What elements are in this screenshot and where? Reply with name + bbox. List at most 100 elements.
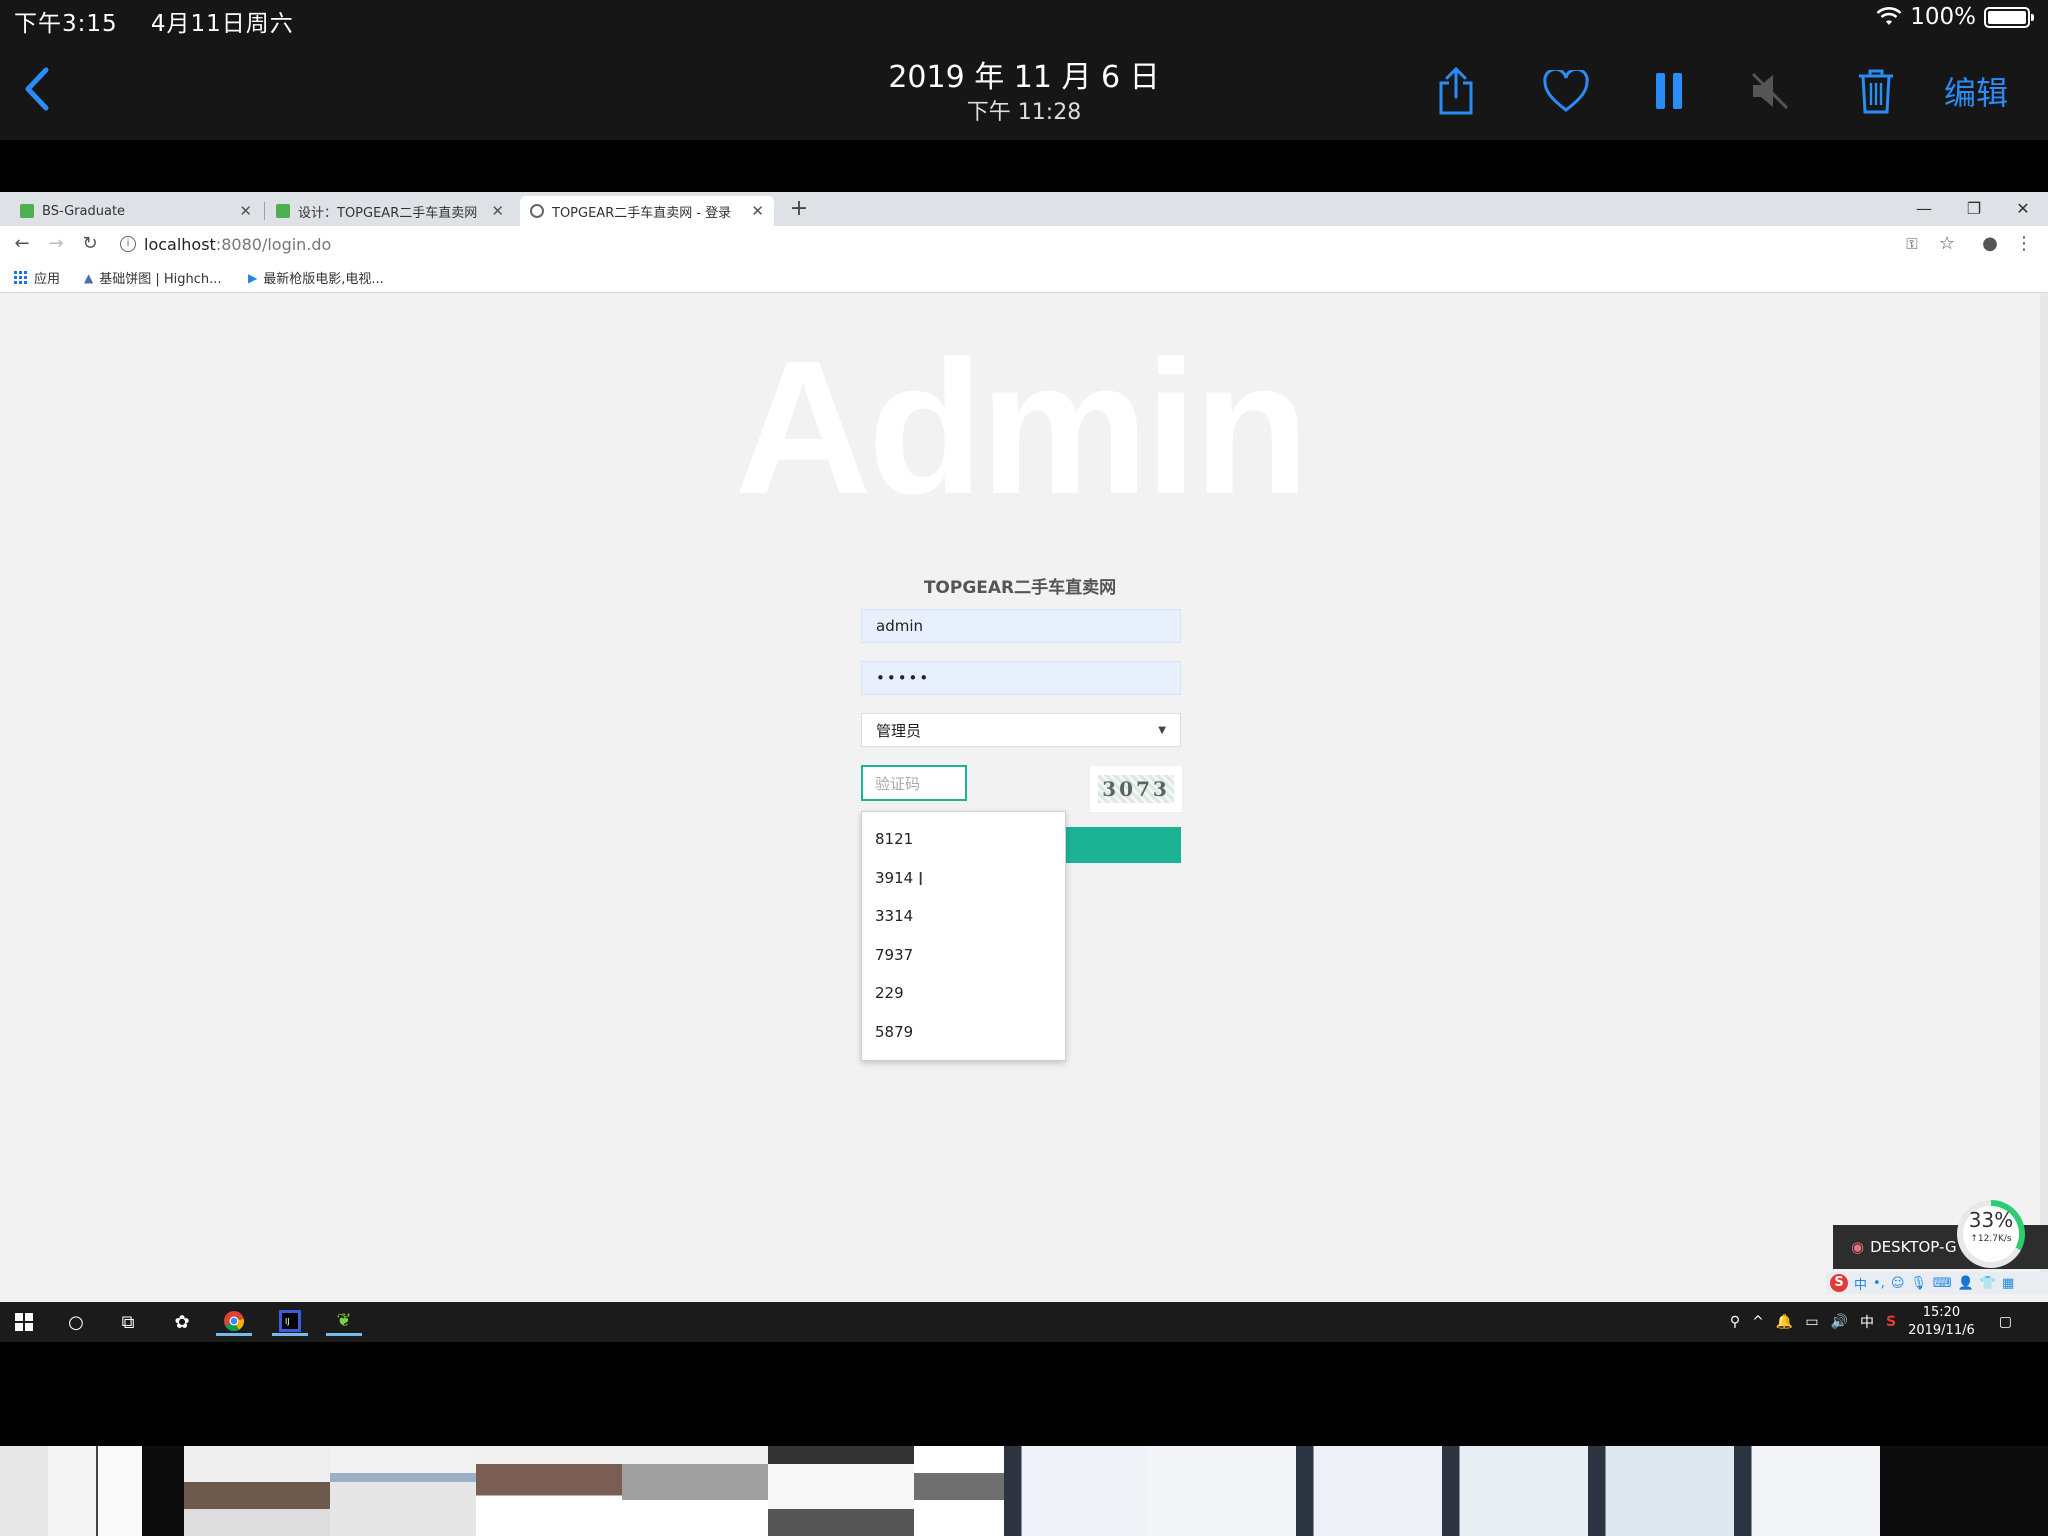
- restore-button[interactable]: ❐: [1959, 194, 1989, 224]
- keyboard-icon[interactable]: ⌨: [1933, 1276, 1952, 1291]
- address-bar[interactable]: i localhost:8080/login.do: [120, 230, 1500, 258]
- punctuation-icon[interactable]: •,: [1873, 1276, 1885, 1291]
- pause-button[interactable]: [1645, 66, 1693, 116]
- autocomplete-option[interactable]: 7937: [862, 936, 1065, 975]
- photo-thumbnail[interactable]: [0, 1446, 48, 1536]
- star-icon[interactable]: ☆: [1935, 232, 1959, 256]
- browser-tab-bar: BS-Graduate ✕ 设计：TOPGEAR二手车直卖网 ✕ TOPGEAR…: [0, 192, 2048, 226]
- role-select[interactable]: 管理员 ▼: [861, 713, 1181, 747]
- tab-design[interactable]: 设计：TOPGEAR二手车直卖网 ✕: [266, 196, 514, 226]
- edit-button[interactable]: 编辑: [1944, 68, 2008, 114]
- ime-indicator[interactable]: 中: [1860, 1312, 1874, 1332]
- system-tray: ⚲ ^ 🔔 ▭ 🔊 中 S 15:20 2019/11/6 ▢: [1730, 1304, 2012, 1340]
- bookmark-movies[interactable]: ▶ 最新枪版电影,电视...: [248, 268, 384, 288]
- photo-thumbnail[interactable]: [622, 1446, 768, 1536]
- network-speed-widget[interactable]: 33% ↑12.7K/s: [1957, 1200, 2025, 1268]
- photo-thumbnail[interactable]: [96, 1446, 142, 1536]
- mute-button[interactable]: [1746, 66, 1794, 116]
- delete-button[interactable]: [1852, 66, 1900, 116]
- close-icon[interactable]: ✕: [751, 202, 764, 220]
- emoji-icon[interactable]: ☺: [1891, 1276, 1905, 1291]
- grid-icon[interactable]: ▦: [2002, 1276, 2014, 1291]
- photo-thumbnail[interactable]: [914, 1446, 1004, 1536]
- minimize-button[interactable]: —: [1909, 194, 1939, 224]
- leaf-icon: ❦: [336, 1310, 352, 1331]
- close-window-button[interactable]: ✕: [2008, 194, 2038, 224]
- thumb-gap: [142, 1446, 184, 1536]
- username-input[interactable]: admin: [861, 609, 1181, 643]
- chevron-up-icon[interactable]: ^: [1752, 1314, 1764, 1330]
- status-date: 4月11日周六: [150, 11, 294, 37]
- page-scrollbar[interactable]: [2040, 293, 2048, 1293]
- photo-thumbnail[interactable]: [1442, 1446, 1588, 1536]
- taskbar-app-chrome[interactable]: [216, 1308, 252, 1336]
- photo-thumbnail[interactable]: [1734, 1446, 1880, 1536]
- people-icon[interactable]: ⚲: [1730, 1314, 1740, 1330]
- photo-thumbnail[interactable]: [768, 1446, 914, 1536]
- autocomplete-option[interactable]: 5879: [862, 1013, 1065, 1052]
- profile-icon[interactable]: ●: [1978, 232, 2002, 256]
- autocomplete-option[interactable]: 229: [862, 974, 1065, 1013]
- photo-thumbnail[interactable]: [1588, 1446, 1734, 1536]
- captcha-input[interactable]: 验证码: [861, 765, 967, 801]
- user-icon: ◉: [1851, 1238, 1865, 1256]
- network-icon[interactable]: ▭: [1805, 1314, 1818, 1330]
- photo-thumbnail[interactable]: [330, 1446, 476, 1536]
- forward-nav-button[interactable]: →: [44, 232, 68, 256]
- photo-thumbnail[interactable]: [184, 1446, 330, 1536]
- leaf-icon: [276, 204, 290, 218]
- autocomplete-option[interactable]: 3314: [862, 897, 1065, 936]
- photo-thumbnail[interactable]: [1150, 1446, 1296, 1536]
- shirt-icon[interactable]: 👕: [1980, 1276, 1996, 1291]
- captcha-code: 3073: [1098, 775, 1174, 803]
- sogou-icon[interactable]: S: [1830, 1274, 1848, 1292]
- autocomplete-option[interactable]: 3914: [862, 859, 1065, 898]
- heart-icon: [1543, 70, 1589, 112]
- task-view-button[interactable]: ⧉: [110, 1308, 146, 1336]
- speed-ring-inner: 33% ↑12.7K/s: [1963, 1206, 2019, 1262]
- photo-thumbnail[interactable]: [48, 1446, 96, 1536]
- share-icon: [1439, 67, 1473, 115]
- bookmark-highcharts[interactable]: ▲ 基础饼图 | Highch...: [84, 268, 222, 288]
- close-icon[interactable]: ✕: [239, 202, 252, 220]
- info-icon[interactable]: i: [120, 236, 136, 252]
- start-button[interactable]: [6, 1308, 42, 1336]
- back-nav-button[interactable]: ←: [10, 232, 34, 256]
- reload-button[interactable]: ↻: [78, 232, 102, 256]
- ime-mode[interactable]: 中: [1854, 1274, 1867, 1293]
- bookmark-label: 最新枪版电影,电视...: [263, 272, 384, 287]
- password-input[interactable]: •••••: [861, 661, 1181, 695]
- key-icon[interactable]: ⚿: [1900, 232, 1924, 256]
- taskbar-app-leaf[interactable]: ❦: [326, 1308, 362, 1336]
- new-tab-button[interactable]: +: [786, 196, 812, 222]
- bookmarks-bar: 应用 ▲ 基础饼图 | Highch... ▶ 最新枪版电影,电视...: [0, 262, 2048, 293]
- mic-icon[interactable]: 🎙: [1910, 1276, 1927, 1291]
- tab-bs-graduate[interactable]: BS-Graduate ✕: [10, 196, 262, 226]
- menu-icon[interactable]: ⋮: [2012, 232, 2036, 256]
- bookmark-apps[interactable]: 应用: [14, 268, 60, 287]
- photo-thumbnail[interactable]: [1004, 1446, 1150, 1536]
- speed-rate: ↑12.7K/s: [1970, 1234, 2012, 1244]
- speaker-muted-icon: [1751, 72, 1789, 110]
- taskbar-clock[interactable]: 15:20 2019/11/6: [1908, 1304, 1975, 1340]
- photo-thumbnail[interactable]: [476, 1446, 622, 1536]
- captcha-image[interactable]: 3073: [1089, 765, 1183, 813]
- status-bar-right: 100%: [1876, 4, 2034, 30]
- close-icon[interactable]: ✕: [491, 202, 504, 220]
- taskbar-app-intellij[interactable]: IJ: [272, 1308, 308, 1336]
- autocomplete-option[interactable]: 8121: [862, 820, 1065, 859]
- trash-icon: [1859, 69, 1893, 114]
- tab-login[interactable]: TOPGEAR二手车直卖网 - 登录 ✕: [520, 196, 774, 226]
- bell-icon[interactable]: 🔔: [1776, 1314, 1793, 1330]
- favorite-button[interactable]: [1542, 66, 1590, 116]
- notification-icon[interactable]: ▢: [1999, 1314, 2012, 1330]
- user-icon[interactable]: 👤: [1958, 1276, 1974, 1291]
- search-button[interactable]: ○: [58, 1308, 94, 1336]
- sogou-tray-icon[interactable]: S: [1886, 1314, 1896, 1330]
- taskbar-app-pinwheel[interactable]: ✿: [164, 1308, 200, 1336]
- photo-thumbnail[interactable]: [1296, 1446, 1442, 1536]
- volume-icon[interactable]: 🔊: [1831, 1314, 1848, 1330]
- site-title: TOPGEAR二手车直卖网: [923, 578, 1117, 598]
- share-button[interactable]: [1432, 66, 1480, 116]
- battery-fill: [1988, 10, 2026, 24]
